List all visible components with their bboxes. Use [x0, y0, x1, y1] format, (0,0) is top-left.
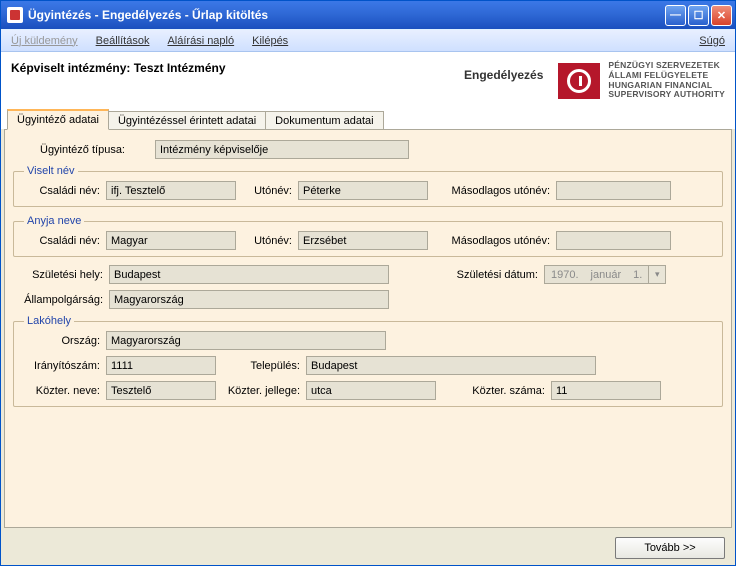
- citizenship-field[interactable]: Magyarország: [109, 290, 389, 309]
- tab-admin-data[interactable]: Ügyintéző adatai: [7, 109, 109, 130]
- given-name-label: Utónév:: [236, 185, 298, 197]
- menu-help[interactable]: Súgó: [699, 35, 725, 47]
- group-name: Viselt név Családi név: ifj. Tesztelő Ut…: [13, 165, 723, 207]
- birth-place-label: Születési hely:: [13, 269, 109, 281]
- admin-type-label: Ügyintéző típusa:: [13, 144, 131, 156]
- zip-label: Irányítószám:: [20, 360, 106, 372]
- app-icon: [7, 7, 23, 23]
- menu-new-send[interactable]: Új küldemény: [11, 35, 78, 47]
- tab-content: Ügyintéző típusa: Intézmény képviselője …: [4, 129, 732, 528]
- citizenship-label: Állampolgárság:: [13, 294, 109, 306]
- mother-family-field[interactable]: Magyar: [106, 231, 236, 250]
- tab-affected-data[interactable]: Ügyintézéssel érintett adatai: [108, 111, 266, 130]
- country-label: Ország:: [20, 335, 106, 347]
- mother-second-label: Másodlagos utónév:: [428, 235, 556, 247]
- window-title: Ügyintézés - Engedélyezés - Űrlap kitölt…: [28, 8, 665, 22]
- country-field[interactable]: Magyarország: [106, 331, 386, 350]
- represented-institution: Képviselt intézmény: Teszt Intézmény: [11, 61, 464, 75]
- tab-bar: Ügyintéző adatai Ügyintézéssel érintett …: [1, 107, 735, 129]
- second-given-field[interactable]: [556, 181, 671, 200]
- birth-place-field[interactable]: Budapest: [109, 265, 389, 284]
- logo-line: SUPERVISORY AUTHORITY: [608, 90, 725, 100]
- group-name-legend: Viselt név: [24, 165, 78, 177]
- next-button[interactable]: Tovább >>: [615, 537, 725, 559]
- mother-given-field[interactable]: Erzsébet: [298, 231, 428, 250]
- chevron-down-icon[interactable]: ▾: [649, 265, 666, 284]
- mother-given-label: Utónév:: [236, 235, 298, 247]
- logo-icon: [558, 63, 600, 99]
- tab-document-data[interactable]: Dokumentum adatai: [265, 111, 383, 130]
- menu-bar: Új küldemény Beállítások Aláírási napló …: [1, 29, 735, 52]
- given-name-field[interactable]: Péterke: [298, 181, 428, 200]
- family-name-field[interactable]: ifj. Tesztelő: [106, 181, 236, 200]
- menu-settings[interactable]: Beállítások: [96, 35, 150, 47]
- mother-family-label: Családi név:: [20, 235, 106, 247]
- family-name-label: Családi név:: [20, 185, 106, 197]
- rep-inst-label: Képviselt intézmény:: [11, 61, 130, 75]
- group-address: Lakóhely Ország: Magyarország Irányítósz…: [13, 315, 723, 407]
- minimize-button[interactable]: —: [665, 5, 686, 26]
- second-given-label: Másodlagos utónév:: [428, 185, 556, 197]
- zip-field[interactable]: 1111: [106, 356, 216, 375]
- street-field[interactable]: Tesztelő: [106, 381, 216, 400]
- street-type-field[interactable]: utca: [306, 381, 436, 400]
- menu-sign-log[interactable]: Aláírási napló: [167, 35, 234, 47]
- admin-type-field[interactable]: Intézmény képviselője: [155, 140, 409, 159]
- window: Ügyintézés - Engedélyezés - Űrlap kitölt…: [0, 0, 736, 566]
- titlebar: Ügyintézés - Engedélyezés - Űrlap kitölt…: [1, 1, 735, 29]
- street-no-field[interactable]: 11: [551, 381, 661, 400]
- close-button[interactable]: ✕: [711, 5, 732, 26]
- birth-date-label: Születési dátum:: [389, 269, 544, 281]
- logo-block: PÉNZÜGYI SZERVEZETEK ÁLLAMI FELÜGYELETE …: [558, 61, 725, 100]
- menu-exit[interactable]: Kilépés: [252, 35, 288, 47]
- street-no-label: Közter. száma:: [436, 385, 551, 397]
- birth-date-field[interactable]: 1970. január 1. ▾: [544, 265, 666, 284]
- group-mother-legend: Anyja neve: [24, 215, 84, 227]
- header-title: Engedélyezés: [464, 61, 543, 82]
- rep-inst-value: Teszt Intézmény: [134, 61, 226, 75]
- street-label: Közter. neve:: [20, 385, 106, 397]
- city-label: Település:: [216, 360, 306, 372]
- birth-day[interactable]: 1.: [627, 265, 649, 284]
- city-field[interactable]: Budapest: [306, 356, 596, 375]
- footer: Tovább >>: [1, 531, 735, 565]
- birth-month[interactable]: január: [585, 265, 628, 284]
- logo-text: PÉNZÜGYI SZERVEZETEK ÁLLAMI FELÜGYELETE …: [608, 61, 725, 100]
- group-address-legend: Lakóhely: [24, 315, 74, 327]
- street-type-label: Közter. jellege:: [216, 385, 306, 397]
- maximize-button[interactable]: ☐: [688, 5, 709, 26]
- header: Képviselt intézmény: Teszt Intézmény Eng…: [1, 52, 735, 107]
- mother-second-field[interactable]: [556, 231, 671, 250]
- group-mother: Anyja neve Családi név: Magyar Utónév: E…: [13, 215, 723, 257]
- birth-year[interactable]: 1970.: [544, 265, 585, 284]
